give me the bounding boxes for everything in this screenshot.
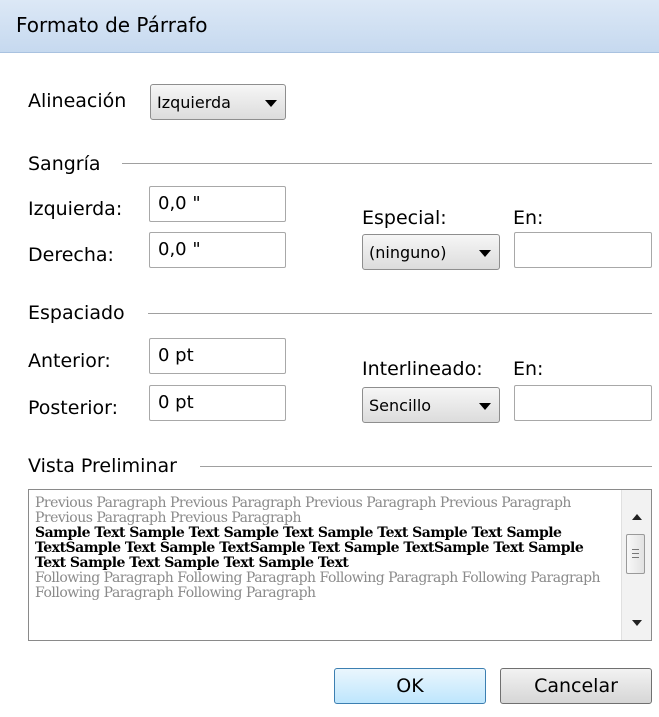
alignment-select-value: Izquierda xyxy=(157,93,231,112)
special-indent-by-label: En: xyxy=(513,207,544,229)
spacing-before-field[interactable]: 0 pt xyxy=(149,338,286,374)
indent-left-label: Izquierda: xyxy=(28,198,123,220)
spacing-after-label: Posterior: xyxy=(28,397,119,419)
chevron-down-icon xyxy=(479,403,491,410)
special-indent-by-field[interactable] xyxy=(514,232,652,268)
alignment-label: Alineación xyxy=(28,90,127,112)
indent-left-field[interactable]: 0,0 " xyxy=(149,186,286,222)
special-indent-select[interactable]: (ninguno) xyxy=(362,234,500,270)
special-indent-label: Especial: xyxy=(362,207,447,229)
cancel-button[interactable]: Cancelar xyxy=(500,668,652,704)
spacing-group-label: Espaciado xyxy=(28,302,125,324)
spacing-before-label: Anterior: xyxy=(28,350,111,372)
preview-previous-paragraph: Previous Paragraph Previous Paragraph Pr… xyxy=(35,495,571,526)
line-spacing-by-field[interactable] xyxy=(514,385,652,421)
chevron-down-icon xyxy=(265,100,277,107)
line-spacing-by-label: En: xyxy=(513,358,544,380)
indent-right-label: Derecha: xyxy=(28,244,114,266)
spacing-after-field[interactable]: 0 pt xyxy=(149,385,286,421)
indent-group-label: Sangría xyxy=(28,153,101,175)
line-spacing-select[interactable]: Sencillo xyxy=(362,387,500,423)
line-spacing-select-value: Sencillo xyxy=(369,396,432,415)
preview-group-divider xyxy=(200,466,652,468)
grip-line xyxy=(632,553,639,554)
alignment-select[interactable]: Izquierda xyxy=(150,84,286,120)
grip-line xyxy=(632,549,639,550)
dialog-titlebar: Formato de Párrafo xyxy=(0,0,659,53)
dialog-title: Formato de Párrafo xyxy=(16,13,208,37)
line-spacing-label: Interlineado: xyxy=(362,358,483,380)
scroll-thumb[interactable] xyxy=(626,534,645,574)
indent-group-divider xyxy=(122,163,652,165)
chevron-down-icon xyxy=(479,250,491,257)
ok-button[interactable]: OK xyxy=(334,668,486,704)
spacing-group-divider xyxy=(148,313,652,315)
preview-group-label: Vista Preliminar xyxy=(28,455,177,477)
preview-sample-text: Sample Text Sample Text Sample Text Samp… xyxy=(35,525,584,571)
preview-pane: Previous Paragraph Previous Paragraph Pr… xyxy=(28,489,652,641)
special-indent-select-value: (ninguno) xyxy=(369,243,447,262)
grip-line xyxy=(632,557,639,558)
scroll-up-arrow-icon[interactable] xyxy=(632,514,642,520)
preview-following-paragraph: Following Paragraph Following Paragraph … xyxy=(35,570,601,601)
preview-scrollbar[interactable] xyxy=(621,490,651,640)
preview-content: Previous Paragraph Previous Paragraph Pr… xyxy=(35,496,615,601)
indent-right-field[interactable]: 0,0 " xyxy=(149,232,286,268)
scroll-down-arrow-icon[interactable] xyxy=(632,620,642,626)
